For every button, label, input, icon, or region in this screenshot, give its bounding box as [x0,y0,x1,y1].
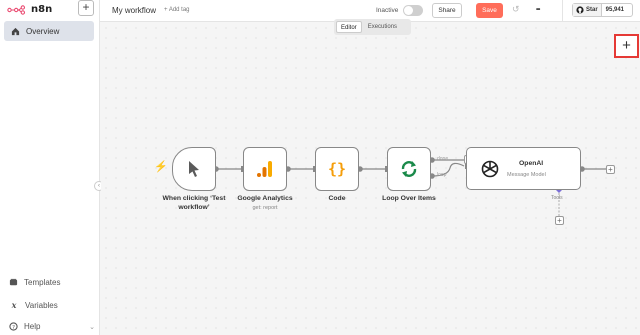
undo-icon[interactable]: ↺ [512,4,520,15]
node-label: When clicking ‘Test workflow’ [162,195,226,211]
tools-connector-label: Tools [551,195,563,201]
sidebar-item-variables[interactable]: x Variables [9,300,58,310]
n8n-logo[interactable]: n8n [7,4,52,15]
add-node-button[interactable]: + [614,34,639,58]
node-label: Google Analytics [237,195,293,202]
node-google-analytics[interactable] [243,147,287,191]
chevron-down-icon: ⌄ [89,323,95,331]
home-icon [11,27,20,35]
star-label: Star [586,7,598,13]
sidebar-item-label: Help [24,322,41,331]
workflow-name[interactable]: My workflow [112,6,156,15]
google-analytics-icon [257,161,272,177]
save-button[interactable]: Save [476,3,503,18]
logo-text: n8n [31,4,53,15]
svg-text:?: ? [12,325,15,331]
workflow-header: My workflow + Add tag Inactive Share Sav… [100,0,562,22]
view-tabs: Editor Executions [334,19,411,35]
trigger-bolt-icon: ⚡ [154,161,168,173]
sidebar-item-overview[interactable]: Overview [4,21,94,41]
node-manual-trigger[interactable] [172,147,216,191]
sidebar-item-label: Templates [24,278,61,287]
templates-icon [9,278,18,286]
tab-executions[interactable]: Executions [364,21,401,33]
variable-x-icon: x [11,300,17,310]
toggle-knob [404,6,413,15]
add-tag-link[interactable]: + Add tag [164,7,190,13]
add-tool-button[interactable]: + [555,216,564,225]
sidebar-item-help[interactable]: ? Help ⌄ [9,322,95,331]
sidebar: n8n + Overview Templates x Variables ? H… [0,0,100,335]
node-code[interactable]: {} [315,147,359,191]
node-label: Code [328,195,346,202]
loop-loop-label: loop [437,172,447,178]
workflow-status-label: Inactive [376,7,399,14]
active-toggle[interactable] [403,5,423,16]
sidebar-item-label: Variables [25,300,58,310]
node-openai[interactable]: OpenAI Message Model [466,147,581,190]
add-after-openai-button[interactable]: + [606,165,615,174]
create-new-button[interactable]: + [78,0,94,16]
star-count: 95,941 [605,7,625,13]
github-star-label-wrap: Star [573,4,602,16]
github-star-area: Star 95,941 [562,0,640,22]
more-options-icon[interactable]: ••• [536,7,540,13]
node-subtitle: Message Model [507,172,546,178]
tab-editor[interactable]: Editor [336,21,362,33]
github-icon [576,6,584,14]
node-loop-over-items[interactable] [387,147,431,191]
sidebar-item-label: Overview [26,26,60,36]
n8n-logo-icon [7,4,26,15]
node-subtitle: get: report [252,205,278,211]
github-star-button[interactable]: Star 95,941 [572,3,633,17]
node-label: Loop Over Items [382,195,436,202]
cursor-icon [189,161,199,177]
sidebar-item-templates[interactable]: Templates [9,278,60,287]
node-title: OpenAI [519,160,544,167]
loop-arrows-icon [401,161,417,177]
openai-icon [481,160,499,178]
code-braces-icon: {} [327,160,347,178]
share-button[interactable]: Share [432,3,462,18]
help-circle-icon: ? [9,322,18,331]
loop-done-label: done [437,156,449,162]
